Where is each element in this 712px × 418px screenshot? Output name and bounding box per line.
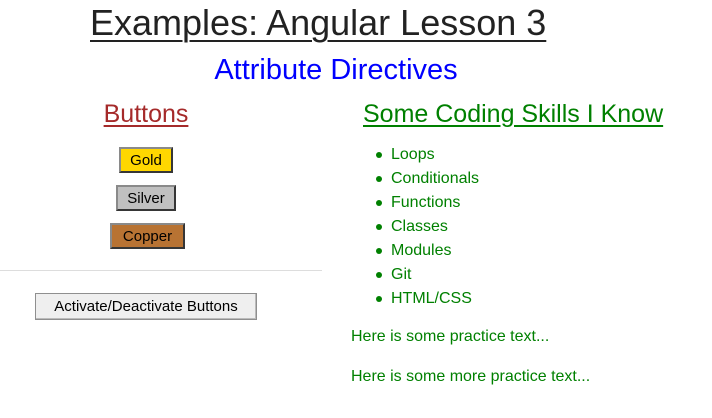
divider	[0, 270, 322, 271]
skills-heading: Some Coding Skills I Know	[363, 100, 664, 128]
skill-label: Classes	[391, 218, 448, 235]
activate-deactivate-button[interactable]: Activate/Deactivate Buttons	[35, 293, 257, 320]
bullet-icon	[376, 224, 382, 230]
bullet-icon	[376, 296, 382, 302]
page-title: Examples: Angular Lesson 3	[90, 2, 547, 43]
bullet-icon	[376, 176, 382, 182]
skill-label: Conditionals	[391, 170, 480, 187]
silver-button[interactable]: Silver	[116, 185, 176, 211]
skill-label: HTML/CSS	[391, 290, 472, 307]
practice-text: Here is some practice text...	[351, 328, 550, 345]
list-item: HTML/CSS	[376, 287, 479, 311]
skill-label: Functions	[391, 194, 461, 211]
bullet-icon	[376, 200, 382, 206]
list-item: Loops	[376, 143, 479, 167]
skill-label: Modules	[391, 242, 452, 259]
buttons-heading: Buttons	[103, 100, 189, 128]
skill-label: Git	[391, 266, 412, 283]
practice-text-more: Here is some more practice text...	[351, 368, 591, 385]
page: Examples: Angular Lesson 3 Attribute Dir…	[0, 0, 712, 418]
list-item: Git	[376, 263, 479, 287]
bullet-icon	[376, 248, 382, 254]
bullet-icon	[376, 272, 382, 278]
list-item: Conditionals	[376, 167, 480, 191]
list-item: Modules	[376, 239, 479, 263]
list-item: Functions	[376, 191, 479, 215]
skill-label: Loops	[391, 146, 435, 163]
gold-button[interactable]: Gold	[119, 147, 173, 173]
bullet-icon	[376, 152, 382, 158]
copper-button[interactable]: Copper	[110, 223, 185, 249]
skills-list: Loops Conditionals Functions Classes Mod…	[376, 143, 480, 311]
page-subtitle: Attribute Directives	[214, 54, 458, 86]
list-item: Classes	[376, 215, 479, 239]
